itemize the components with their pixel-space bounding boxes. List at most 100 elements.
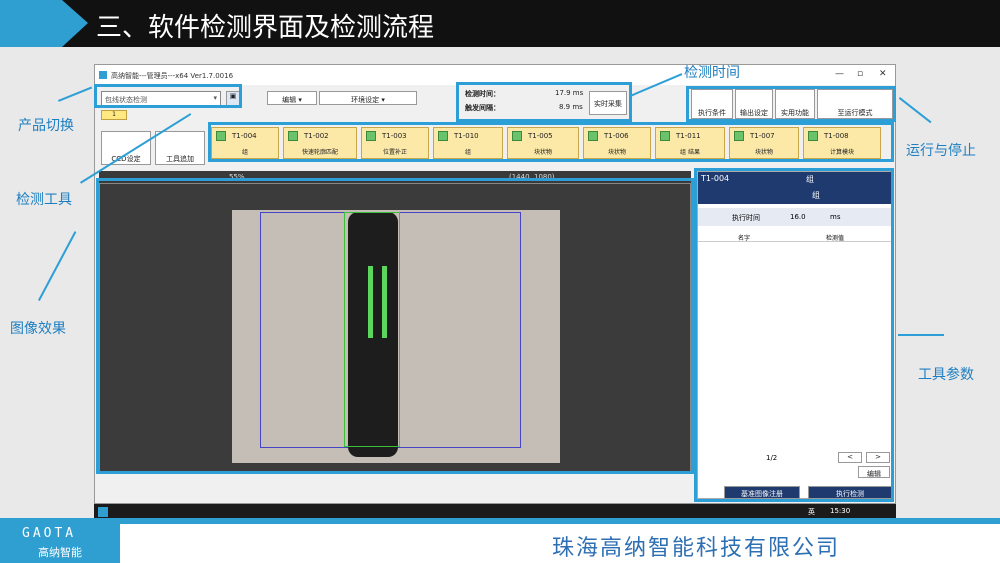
panel-header: T1-004 组 组 [698,172,892,204]
windows-start-icon[interactable] [98,507,108,517]
minimize-icon[interactable]: — [835,69,844,79]
edit-menu[interactable]: 编辑 ▾ [267,91,317,105]
prev-page-button[interactable]: < [838,452,862,463]
app-icon [99,71,107,79]
page-indicator: 1/2 [766,454,778,462]
tool-id: T1-011 [676,132,701,140]
company-name: 珠海高纳智能科技有限公司 [552,536,841,561]
tool-name: 组 [464,149,471,156]
tool-card[interactable]: T1-011 组 结果 [655,127,725,159]
tool-id: T1-004 [232,132,257,140]
connector-line [58,86,93,102]
tool-card[interactable]: T1-008 计算模块 [803,127,881,159]
tool-name: 块状物 [533,149,552,156]
panel-tool-id: T1-004 [701,174,730,183]
utility-button[interactable]: 实用功能 [775,89,815,119]
edit-button[interactable]: 编辑 [858,466,890,478]
tool-icon [808,131,818,141]
tool-name: 组 [241,149,248,156]
logo-cn: 高纳智能 [38,546,82,559]
col-value: 检测值 [826,235,845,242]
tool-name: 块状物 [607,149,626,156]
tool-card[interactable]: T1-002 快速轮廓匹配 [283,127,357,159]
trigger-label: 触发间隔： [465,104,500,112]
footer-logo-block: GAOTA 高纳智能 [0,524,120,563]
connector-line [38,231,77,301]
image-resolution: (1440, 1080) [509,173,555,181]
tool-card[interactable]: T1-005 块状物 [507,127,579,159]
param-table-header: 名字 检测值 [698,232,892,242]
ime-indicator[interactable]: 英 [808,507,815,517]
window-title: 高纳智能---管理员---x64 Ver1.7.0016 [111,72,234,80]
tool-card[interactable]: T1-004 组 [211,127,279,159]
connector-line [898,334,944,336]
label-image-effect: 图像效果 [10,321,66,337]
app-window: 高纳智能---管理员---x64 Ver1.7.0016 — ▫ ✕ 包线状态检… [94,64,896,504]
tool-id: T1-007 [750,132,775,140]
tool-card[interactable]: T1-003 位置补正 [361,127,429,159]
label-detect-tools: 检测工具 [16,192,72,208]
realtime-button[interactable]: 实时采集 [589,91,627,115]
connector-line [898,97,932,124]
tool-icon [660,131,670,141]
tool-id: T1-005 [528,132,553,140]
trigger-value: 8.9 ms [559,103,583,111]
run-mode-button[interactable]: 至运行模式 [817,89,893,119]
tool-card[interactable]: T1-010 组 [433,127,503,159]
label-tool-params: 工具参数 [918,367,974,383]
run-detect-button[interactable]: 执行检测 [808,486,892,499]
product-number-badge: 1 [101,110,127,120]
ccd-setting-button[interactable]: CCD设定 [101,131,151,165]
slide-footer [0,518,1000,563]
exec-time-value: 16.0 [790,213,806,221]
label-product-switch: 产品切换 [18,118,74,134]
tool-card[interactable]: T1-007 块状物 [729,127,799,159]
col-name: 名字 [738,235,751,242]
exec-time-label: 执行时间 [732,214,760,222]
tool-name: 计算模块 [829,149,854,156]
env-menu[interactable]: 环境设定 ▾ [319,91,417,105]
label-detect-time: 检测时间 [684,65,740,81]
exec-condition-button[interactable]: 执行条件 [691,89,733,119]
tool-icon [588,131,598,141]
panel-tool-name: 组 [812,191,820,200]
tool-name: 位置补正 [382,149,407,156]
tool-icon [438,131,448,141]
label-run-stop: 运行与停止 [906,143,976,159]
tool-icon [216,131,226,141]
slide-title: 三、软件检测界面及检测流程 [96,13,435,43]
detect-box [344,212,400,447]
title-bar: 高纳智能---管理员---x64 Ver1.7.0016 — ▫ ✕ [95,65,895,85]
maximize-icon[interactable]: ▫ [857,69,863,79]
tool-icon [734,131,744,141]
register-image-button[interactable]: 基准图像注册 [724,486,800,499]
tool-id: T1-002 [304,132,329,140]
viewer-toolbar: 55% (1440, 1080) [99,171,691,183]
taskbar-clock[interactable]: 15:30 [830,507,850,515]
output-setting-button[interactable]: 输出设定 [735,89,773,119]
tool-name: 快速轮廓匹配 [301,149,338,156]
tool-id: T1-008 [824,132,849,140]
tool-param-panel: T1-004 组 组 执行时间 16.0 ms 名字 检测值 1/2 < > 编… [697,171,893,499]
detect-time-label: 检测时间： [465,90,500,98]
product-select[interactable]: 包线状态检测 ▾ [101,91,221,106]
tool-icon [288,131,298,141]
close-icon[interactable]: ✕ [879,69,887,79]
detect-time-value: 17.9 ms [555,89,584,97]
exec-time-row: 执行时间 16.0 ms [698,208,892,226]
tool-card[interactable]: T1-006 块状物 [583,127,651,159]
image-viewer[interactable] [99,183,691,473]
chevron-down-icon: ▾ [213,94,217,102]
tool-name: 组 结果 [680,149,700,156]
next-page-button[interactable]: > [866,452,890,463]
tool-id: T1-010 [454,132,479,140]
tool-name: 块状物 [754,149,773,156]
logo-text: GAOTA [22,526,77,541]
save-icon[interactable]: ▣ [226,91,240,106]
tool-id: T1-003 [382,132,407,140]
zoom-level: 55% [229,173,245,181]
tool-id: T1-006 [604,132,629,140]
tool-add-button[interactable]: 工具追加 [155,131,205,165]
exec-time-unit: ms [830,213,841,221]
panel-tool-group: 组 [806,175,814,184]
